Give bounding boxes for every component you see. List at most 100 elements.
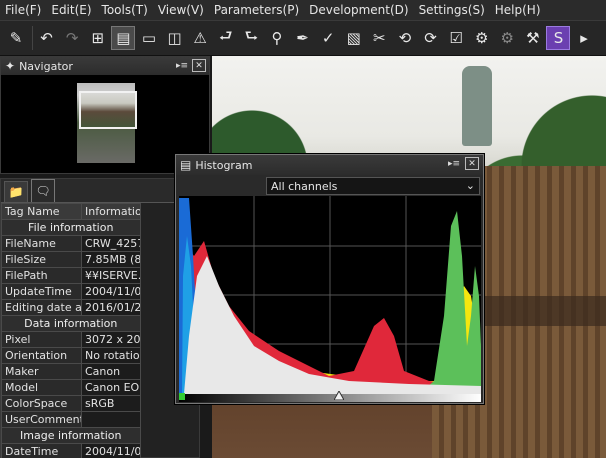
tag-name-cell: DateTime — [1, 443, 82, 458]
histogram-slider[interactable] — [179, 391, 481, 402]
section-label: Image information — [1, 427, 141, 444]
zoom-icon[interactable]: ⚲ — [265, 26, 289, 50]
menu-help[interactable]: Help(H) — [490, 0, 546, 20]
menu-file[interactable]: File(F) — [0, 0, 46, 20]
table-row[interactable]: FilePath¥¥ISERVE..¥EOS — [1, 267, 199, 284]
slider-thumb-icon[interactable] — [334, 391, 345, 400]
undo-icon[interactable]: ↶ — [35, 26, 59, 50]
info-table: Tag Name Information File informationFil… — [1, 184, 199, 458]
tag-name-cell: Editing date and — [1, 299, 82, 316]
section-header[interactable]: Image information — [1, 427, 199, 444]
column-header-tag[interactable]: Tag Name — [1, 203, 82, 220]
tag-name-cell: UserComment — [1, 411, 82, 428]
information-cell: No rotation (1) — [81, 347, 141, 364]
table-row[interactable]: Pixel3072 x 2048 pixel — [1, 331, 199, 348]
tag-name-cell: Orientation — [1, 347, 82, 364]
menu-edit[interactable]: Edit(E) — [46, 0, 96, 20]
table-row[interactable]: FileSize7.85MB (8230846B — [1, 251, 199, 268]
scissors-icon[interactable]: ✂ — [367, 26, 391, 50]
warning-icon[interactable]: ⚠ — [188, 26, 212, 50]
navigator-view-frame[interactable] — [79, 91, 137, 129]
table-row[interactable]: Maker Canon — [1, 363, 199, 380]
histogram-graph — [179, 196, 481, 394]
info-tabs: 📁 🗨 — [1, 179, 199, 203]
checkbox-icon[interactable]: ☑ — [444, 26, 468, 50]
navigator-icon: ✦ — [5, 59, 16, 73]
menu-bar: File(F) Edit(E) Tools(T) View(V) Paramet… — [0, 0, 606, 20]
histogram-title-bar[interactable]: ▤ Histogram ▸≡ ✕ — [176, 155, 483, 175]
table-row[interactable]: FileNameCRW_4257.CRW — [1, 235, 199, 252]
information-cell: Canon EOS 10D — [81, 379, 141, 396]
table-row[interactable]: ColorSpace sRGB — [1, 395, 199, 412]
panel-menu-icon[interactable]: ▸≡ — [175, 59, 189, 72]
tag-name-cell: FileName — [1, 235, 82, 252]
info-table-header: Tag Name Information — [1, 203, 199, 220]
table-row[interactable]: UserComment — [1, 184, 199, 428]
eyedropper-plus-icon[interactable]: ✓ — [316, 26, 340, 50]
redo-icon[interactable]: ↷ — [60, 26, 84, 50]
tag-name-cell: FileSize — [1, 251, 82, 268]
toolbar: ✎ ↶ ↷ ⊞ ▤ ▭ ◫ ⚠ ⮐ ⮑ ⚲ ✒ ✓ ▧ ✂ ⟲ ⟳ ☑ ⚙ ⚙ … — [0, 20, 606, 56]
close-icon[interactable]: ✕ — [465, 157, 479, 170]
section-header[interactable]: Data information — [1, 315, 199, 332]
information-cell: 3072 x 2048 pixel — [81, 331, 141, 348]
section-header[interactable]: File information — [1, 219, 199, 236]
single-view-icon[interactable]: ▤ — [111, 26, 136, 50]
info-panel: 📁 🗨 Tag Name Information File informatio… — [0, 178, 200, 458]
crop-icon[interactable]: ▧ — [342, 26, 366, 50]
menu-settings[interactable]: Settings(S) — [414, 0, 490, 20]
information-cell: 7.85MB (8230846B — [81, 251, 141, 268]
tag-name-cell: Pixel — [1, 331, 82, 348]
tag-name-cell: Model — [1, 379, 82, 396]
tag-name-cell: UpdateTime — [1, 283, 82, 300]
info-tab-icon[interactable]: 🗨 — [31, 179, 55, 202]
table-row[interactable]: ModelCanon EOS 10D — [1, 379, 199, 396]
table-row[interactable]: Editing date and2016/01/20 17:53: — [1, 299, 199, 316]
menu-view[interactable]: View(V) — [153, 0, 209, 20]
rotate-cw-icon[interactable]: ⟳ — [419, 26, 443, 50]
rotate-left-icon[interactable]: ⮐ — [214, 26, 238, 50]
rotate-right-icon[interactable]: ⮑ — [239, 26, 263, 50]
rotate-ccw-icon[interactable]: ⟲ — [393, 26, 417, 50]
menu-development[interactable]: Development(D) — [304, 0, 413, 20]
hammer-icon[interactable]: ⚒ — [521, 26, 545, 50]
eyedropper-icon[interactable]: ✒ — [291, 26, 315, 50]
information-cell: Canon — [81, 363, 141, 380]
close-icon[interactable]: ✕ — [192, 59, 206, 72]
section-label: File information — [1, 219, 141, 236]
compare-icon[interactable]: ◫ — [163, 26, 187, 50]
column-header-info[interactable]: Information — [81, 203, 141, 220]
navigator-title: Navigator — [19, 59, 73, 73]
histogram-plot — [179, 196, 481, 394]
tag-name-cell: Maker — [1, 363, 82, 380]
table-row[interactable]: OrientationNo rotation (1) — [1, 347, 199, 364]
tag-name-cell: ColorSpace — [1, 395, 82, 412]
panel-menu-icon[interactable]: ▸≡ — [447, 157, 461, 170]
tag-name-cell: FilePath — [1, 267, 82, 284]
batch-icon[interactable]: ⚙ — [470, 26, 494, 50]
histogram-icon: ▤ — [180, 158, 192, 172]
menu-tools[interactable]: Tools(T) — [97, 0, 153, 20]
settings-icon[interactable]: ⚙ — [495, 26, 519, 50]
information-cell: ¥¥ISERVE..¥EOS — [81, 267, 141, 284]
eraser-icon[interactable]: ✎ — [4, 26, 28, 50]
image-statue — [462, 66, 492, 146]
information-cell: sRGB — [81, 395, 141, 412]
silkypix-icon[interactable]: S — [546, 26, 571, 50]
menu-parameters[interactable]: Parameters(P) — [209, 0, 304, 20]
toolbar-separator — [31, 26, 33, 50]
histogram-start-marker — [179, 393, 185, 400]
channel-select-value: All channels — [271, 179, 338, 193]
navigator-title-bar[interactable]: ✦ Navigator ▸≡ ✕ — [1, 57, 209, 75]
information-cell: CRW_4257.CRW — [81, 235, 141, 252]
information-cell: 2004/11/03 09:56:3 — [81, 443, 141, 458]
more-icon[interactable]: ▸ — [572, 26, 596, 50]
channel-select[interactable]: All channels ⌄ — [266, 177, 480, 195]
rectangle-icon[interactable]: ▭ — [137, 26, 161, 50]
silkypix-window: File(F) Edit(E) Tools(T) View(V) Paramet… — [0, 0, 606, 458]
table-row[interactable]: UpdateTime2004/11/03 09:56:3 — [1, 283, 199, 300]
grid-view-icon[interactable]: ⊞ — [86, 26, 110, 50]
folder-tab-icon[interactable]: 📁 — [4, 181, 28, 202]
table-row[interactable]: DateTime2004/11/03 09:56:3 — [1, 443, 199, 458]
histogram-window: ▤ Histogram ▸≡ ✕ All channels ⌄ — [175, 154, 484, 404]
